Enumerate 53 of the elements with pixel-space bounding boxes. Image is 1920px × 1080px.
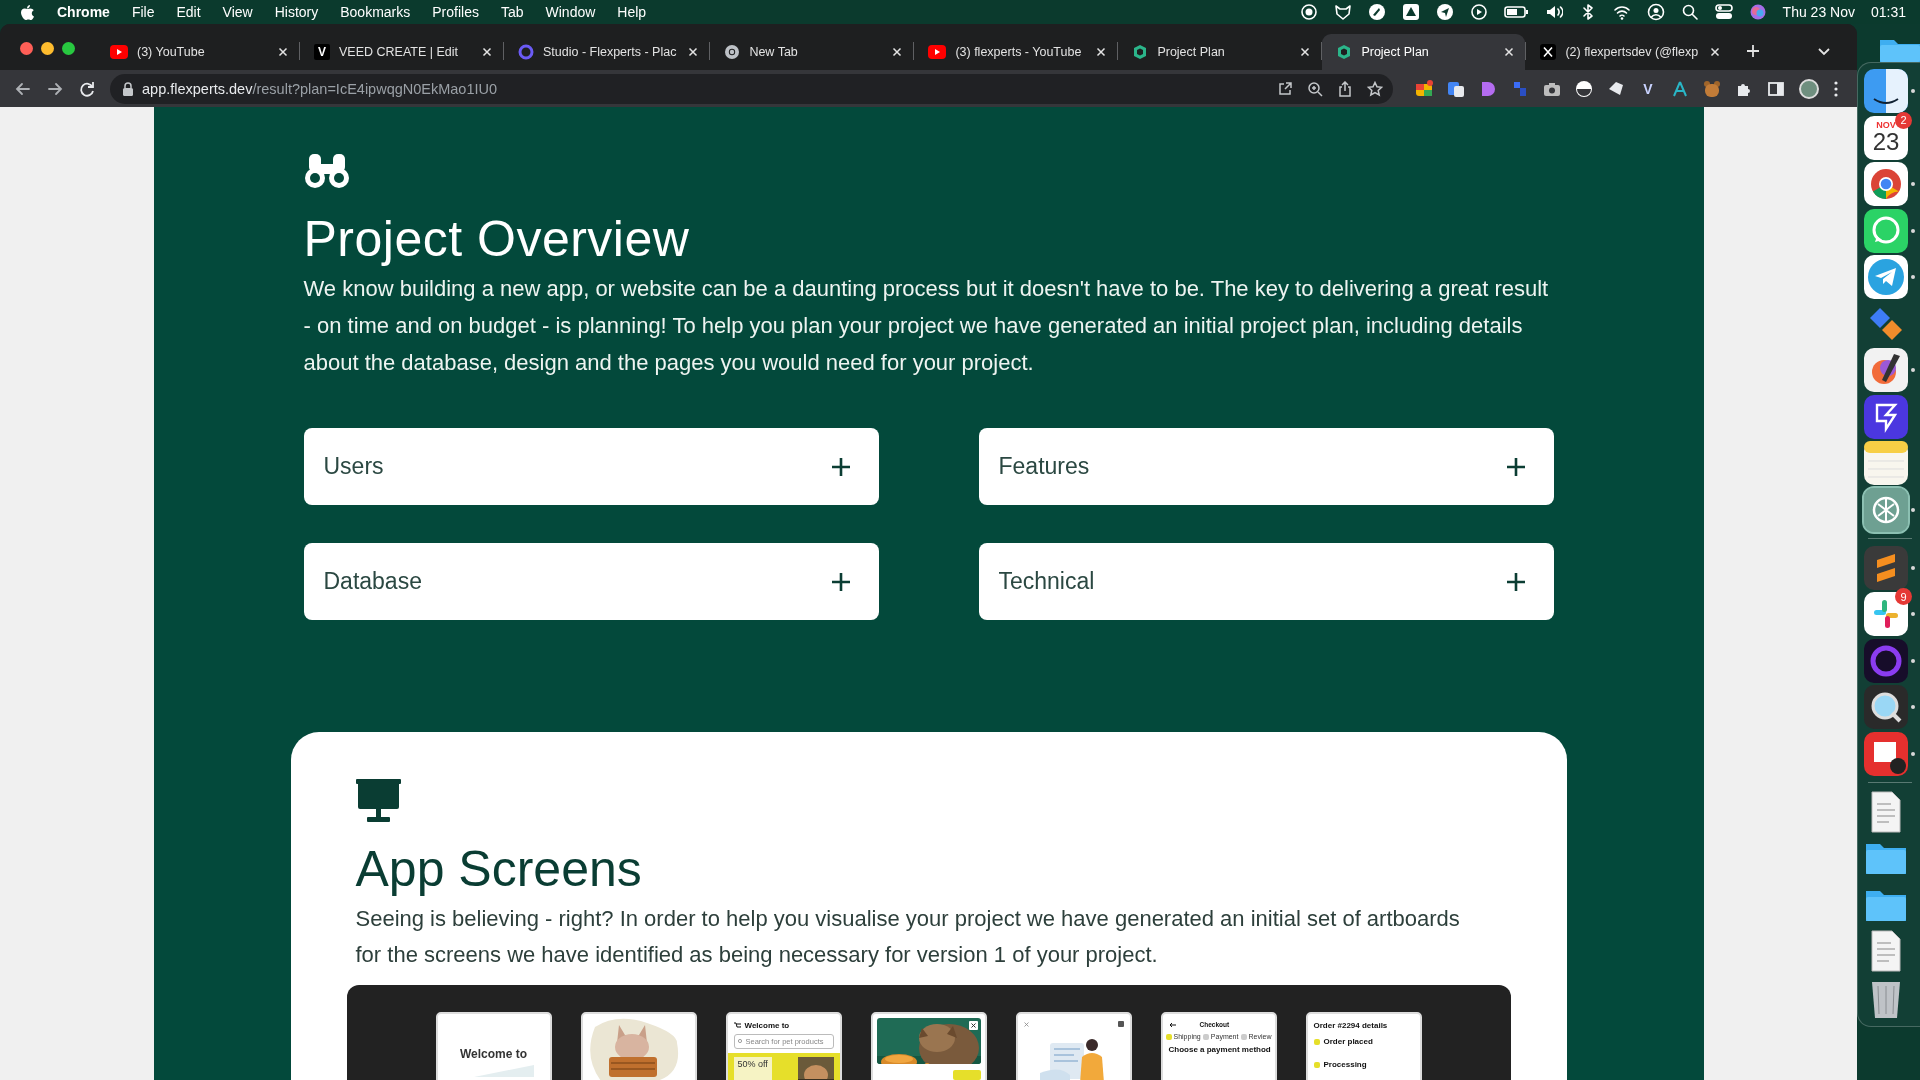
status-label: Processing bbox=[1323, 1060, 1367, 1069]
artboard-title: Welcome to bbox=[458, 1047, 529, 1061]
letter-logo-icon: V bbox=[314, 44, 330, 60]
menu-bar-date[interactable]: Thu 23 Nov bbox=[1782, 4, 1855, 20]
menu-bar-clock[interactable]: 01:31 bbox=[1870, 4, 1906, 20]
tab-title: New Tab bbox=[749, 45, 799, 59]
menu-item[interactable]: History bbox=[274, 4, 319, 20]
accordion-header[interactable]: Users bbox=[303, 428, 879, 505]
menu-item[interactable]: Tab bbox=[500, 4, 524, 20]
status-label: Order placed bbox=[1323, 1037, 1373, 1046]
browser-tab[interactable]: Studio - Flexperts - Plac bbox=[504, 34, 710, 70]
accordion-header[interactable]: Database bbox=[303, 543, 879, 620]
tab-title: (2) flexpertsdev (@flexp bbox=[1565, 45, 1699, 59]
notification-badge: 9 bbox=[1895, 588, 1912, 605]
artboard-title: Welcome to bbox=[744, 1021, 790, 1030]
page-title: Project Overview bbox=[303, 211, 690, 267]
tab-title: Project Plan bbox=[1157, 45, 1226, 59]
menu-item[interactable]: Help bbox=[617, 4, 647, 20]
tab-title: Project Plan bbox=[1361, 45, 1430, 59]
tab-title: (3) YouTube bbox=[137, 45, 206, 59]
browser-tab[interactable]: V VEED CREATE | Edit bbox=[300, 34, 503, 70]
app-menu[interactable]: Chrome bbox=[57, 4, 110, 20]
notification-badge: 2 bbox=[1895, 111, 1912, 129]
menu-item[interactable]: Profiles bbox=[432, 4, 479, 20]
browser-tab[interactable]: Project Plan bbox=[1118, 34, 1322, 70]
accordion-header[interactable]: Technical bbox=[978, 543, 1554, 620]
calendar-day: 23 bbox=[1872, 129, 1900, 154]
browser-tab[interactable]: (3) flexperts - YouTube bbox=[914, 34, 1118, 70]
artboard-thumbnail[interactable]: Welcome to bbox=[435, 1012, 552, 1080]
menu-item[interactable]: View bbox=[222, 4, 253, 20]
section-title: App Screens bbox=[355, 841, 642, 897]
intro-text: We know building a new app, or website can be a daunting process but it doesn't have to be. The key to delivering a great result - on time and on budget - is planning! To help you plan your project we have generated an initial project plan, including details about the database, design and the pages you would need for your project. bbox=[303, 275, 1550, 377]
tab-title: VEED CREATE | Edit bbox=[339, 45, 460, 59]
menu-item[interactable]: Bookmarks bbox=[340, 4, 411, 20]
browser-tab[interactable]: (3) YouTube bbox=[96, 34, 299, 70]
accordion-header[interactable]: Features bbox=[978, 428, 1554, 505]
address-bar[interactable]: app.flexperts.dev/result?plan=IcE4ipwqgN0EkMao1IU0 bbox=[110, 73, 1393, 104]
artboard-thumbnail[interactable]: Order #2294 details Order placed Processing bbox=[1305, 1012, 1422, 1080]
artboard-title: Order #2294 details bbox=[1313, 1021, 1389, 1030]
menu-item[interactable]: Edit bbox=[176, 4, 201, 20]
tab-title: (3) flexperts - YouTube bbox=[955, 45, 1083, 59]
letter-extension-icon[interactable]: V bbox=[1639, 80, 1657, 97]
menu-item[interactable]: File bbox=[131, 4, 155, 20]
url-text: app.flexperts.dev/result?plan=IcE4ipwqgN0EkMao1IU0 bbox=[142, 80, 499, 97]
menu-item[interactable]: Window bbox=[545, 4, 596, 20]
artboard-heading: Choose a payment method bbox=[1168, 1045, 1269, 1054]
tab-title: Studio - Flexperts - Plac bbox=[543, 45, 677, 59]
browser-tab[interactable]: Project Plan bbox=[1322, 34, 1526, 70]
browser-tab[interactable]: (2) flexpertsdev (@flexp bbox=[1526, 34, 1732, 70]
calendar-month: NOV bbox=[1876, 119, 1896, 130]
promo-text: 50% off bbox=[733, 1057, 772, 1080]
browser-tab[interactable]: New Tab bbox=[710, 34, 914, 70]
section-description: Seeing is believing - right? In order to help you visualise your project we have generated an initial set of artboards for the screens we have identified as being necessary for version 1 of your project. bbox=[355, 905, 1461, 969]
